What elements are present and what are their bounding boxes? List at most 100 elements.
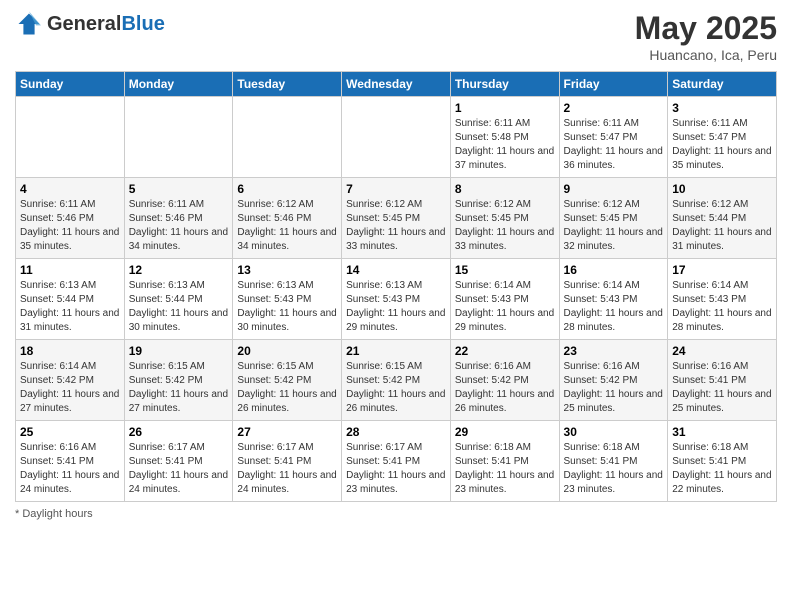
day-number: 24: [672, 344, 772, 358]
daylight-text: Daylight: 11 hours and 30 minutes.: [237, 308, 336, 333]
daylight-text: Daylight: 11 hours and 24 minutes.: [20, 470, 119, 495]
sunset-text: Sunset: 5:45 PM: [455, 213, 529, 224]
logo-general: General: [47, 13, 121, 35]
table-row: [233, 97, 342, 178]
col-monday: Monday: [124, 72, 233, 97]
col-wednesday: Wednesday: [342, 72, 451, 97]
table-row: 6 Sunrise: 6:12 AMSunset: 5:46 PMDaylight…: [233, 178, 342, 259]
table-row: 30 Sunrise: 6:18 AMSunset: 5:41 PMDayligh…: [559, 421, 668, 502]
day-number: 20: [237, 344, 337, 358]
day-number: 30: [564, 425, 664, 439]
sunrise-text: Sunrise: 6:13 AM: [346, 280, 422, 291]
day-info: Sunrise: 6:17 AMSunset: 5:41 PMDaylight:…: [237, 441, 337, 497]
daylight-text: Daylight: 11 hours and 33 minutes.: [455, 227, 554, 252]
table-row: 4Sunrise: 6:11 AMSunset: 5:46 PMDaylight…: [16, 178, 125, 259]
daylight-text: Daylight: 11 hours and 25 minutes.: [564, 389, 663, 414]
day-info: Sunrise: 6:16 AM Sunset: 5:41 PM Daylight:…: [20, 441, 120, 497]
calendar-page: GeneralBlue May 2025 Huancano, Ica, Peru…: [0, 0, 792, 530]
sunset-text: Sunset: 5:43 PM: [564, 294, 638, 305]
daylight-text: Daylight: 11 hours and 23 minutes.: [455, 470, 554, 495]
daylight-text: Daylight: 11 hours and 23 minutes.: [346, 470, 445, 495]
daylight-text: Daylight: 11 hours and 26 minutes.: [346, 389, 445, 414]
table-row: 25 Sunrise: 6:16 AM Sunset: 5:41 PM Dayligh…: [16, 421, 125, 502]
daylight-text: Daylight: 11 hours and 34 minutes.: [237, 227, 336, 252]
footer-daylight-text: Daylight hours: [22, 508, 92, 520]
day-number: 16: [564, 263, 664, 277]
logo: GeneralBlue: [15, 10, 165, 38]
table-row: 14 Sunrise: 6:13 AMSunset: 5:43 PMDayligh…: [342, 259, 451, 340]
table-row: 16 Sunrise: 6:14 AM Sunset: 5:43 PM Dayligh…: [559, 259, 668, 340]
day-info: Sunrise: 6:11 AMSunset: 5:48 PMDaylight:…: [455, 117, 555, 173]
day-info: Sunrise: 6:12 AMSunset: 5:44 PMDaylight:…: [672, 198, 772, 254]
day-number: 12: [129, 263, 229, 277]
day-info: Sunrise: 6:11 AMSunset: 5:46 PMDaylight:…: [20, 198, 120, 254]
day-info: Sunrise: 6:13 AMSunset: 5:43 PMDaylight:…: [346, 279, 446, 335]
sunset-text: Sunset: 5:46 PM: [129, 213, 203, 224]
sunset-text: Sunset: 5:44 PM: [20, 294, 94, 305]
sunrise-text: Sunrise: 6:11 AM: [20, 199, 95, 210]
sunrise-text: Sunrise: 6:16 AM: [20, 442, 96, 453]
day-number: 4: [20, 182, 120, 196]
day-number: 2: [564, 101, 664, 115]
table-row: [342, 97, 451, 178]
day-info: Sunrise: 6:16 AMSunset: 5:41 PMDaylight:…: [672, 360, 772, 416]
sunset-text: Sunset: 5:44 PM: [672, 213, 746, 224]
day-number: 25: [20, 425, 120, 439]
location-subtitle: Huancano, Ica, Peru: [635, 47, 777, 63]
month-title: May 2025: [635, 10, 777, 47]
day-number: 6: [237, 182, 337, 196]
table-row: 27Sunrise: 6:17 AMSunset: 5:41 PMDayligh…: [233, 421, 342, 502]
day-info: Sunrise: 6:12 AMSunset: 5:46 PMDaylight:…: [237, 198, 337, 254]
table-row: 9Sunrise: 6:12 AMSunset: 5:45 PMDaylight…: [559, 178, 668, 259]
sunrise-text: Sunrise: 6:15 AM: [346, 361, 422, 372]
day-info: Sunrise: 6:16 AMSunset: 5:42 PMDaylight:…: [455, 360, 555, 416]
daylight-text: Daylight: 11 hours and 37 minutes.: [455, 146, 554, 171]
logo-text: GeneralBlue: [47, 13, 165, 36]
sunset-text: Sunset: 5:41 PM: [237, 456, 311, 467]
day-info: Sunrise: 6:17 AMSunset: 5:41 PMDaylight:…: [346, 441, 446, 497]
sunset-text: Sunset: 5:41 PM: [672, 375, 746, 386]
daylight-text: Daylight: 11 hours and 27 minutes.: [20, 389, 119, 414]
table-row: 15Sunrise: 6:14 AMSunset: 5:43 PMDayligh…: [450, 259, 559, 340]
daylight-text: Daylight: 11 hours and 36 minutes.: [564, 146, 663, 171]
col-saturday: Saturday: [668, 72, 777, 97]
table-row: 28Sunrise: 6:17 AMSunset: 5:41 PMDayligh…: [342, 421, 451, 502]
daylight-text: Daylight: 11 hours and 28 minutes.: [564, 308, 663, 333]
day-number: 11: [20, 263, 120, 277]
day-number: 18: [20, 344, 120, 358]
day-info: Sunrise: 6:18 AMSunset: 5:41 PMDaylight:…: [564, 441, 664, 497]
day-number: 14: [346, 263, 446, 277]
day-number: 22: [455, 344, 555, 358]
daylight-text: Daylight: 11 hours and 35 minutes.: [672, 146, 771, 171]
title-area: May 2025 Huancano, Ica, Peru: [635, 10, 777, 63]
sunset-text: Sunset: 5:41 PM: [20, 456, 94, 467]
table-row: 19Sunrise: 6:15 AMSunset: 5:42 PMDayligh…: [124, 340, 233, 421]
day-number: 13: [237, 263, 337, 277]
daylight-text: Daylight: 11 hours and 24 minutes.: [237, 470, 336, 495]
col-thursday: Thursday: [450, 72, 559, 97]
day-number: 26: [129, 425, 229, 439]
sunrise-text: Sunrise: 6:16 AM: [455, 361, 531, 372]
day-number: 5: [129, 182, 229, 196]
sunrise-text: Sunrise: 6:12 AM: [455, 199, 531, 210]
sunset-text: Sunset: 5:46 PM: [20, 213, 94, 224]
sunrise-text: Sunrise: 6:11 AM: [672, 118, 747, 129]
sunrise-text: Sunrise: 6:16 AM: [564, 361, 640, 372]
table-row: 7Sunrise: 6:12 AMSunset: 5:45 PMDaylight…: [342, 178, 451, 259]
calendar-week-row: 11 Sunrise: 6:13 AM Sunset: 5:44 PM Dayligh…: [16, 259, 777, 340]
day-info: Sunrise: 6:11 AMSunset: 5:47 PMDaylight:…: [672, 117, 772, 173]
sunrise-text: Sunrise: 6:18 AM: [564, 442, 640, 453]
day-info: Sunrise: 6:14 AMSunset: 5:43 PMDaylight:…: [672, 279, 772, 335]
sunset-text: Sunset: 5:42 PM: [129, 375, 203, 386]
calendar-week-row: 18Sunrise: 6:14 AMSunset: 5:42 PMDayligh…: [16, 340, 777, 421]
table-row: 31Sunrise: 6:18 AMSunset: 5:41 PMDayligh…: [668, 421, 777, 502]
day-number: 29: [455, 425, 555, 439]
day-number: 23: [564, 344, 664, 358]
day-number: 7: [346, 182, 446, 196]
sunset-text: Sunset: 5:42 PM: [346, 375, 420, 386]
day-info: Sunrise: 6:12 AM Sunset: 5:45 PM Daylight:…: [455, 198, 555, 254]
sunrise-text: Sunrise: 6:14 AM: [564, 280, 640, 291]
sunrise-text: Sunrise: 6:12 AM: [237, 199, 313, 210]
header: GeneralBlue May 2025 Huancano, Ica, Peru: [15, 10, 777, 63]
sunrise-text: Sunrise: 6:17 AM: [346, 442, 422, 453]
